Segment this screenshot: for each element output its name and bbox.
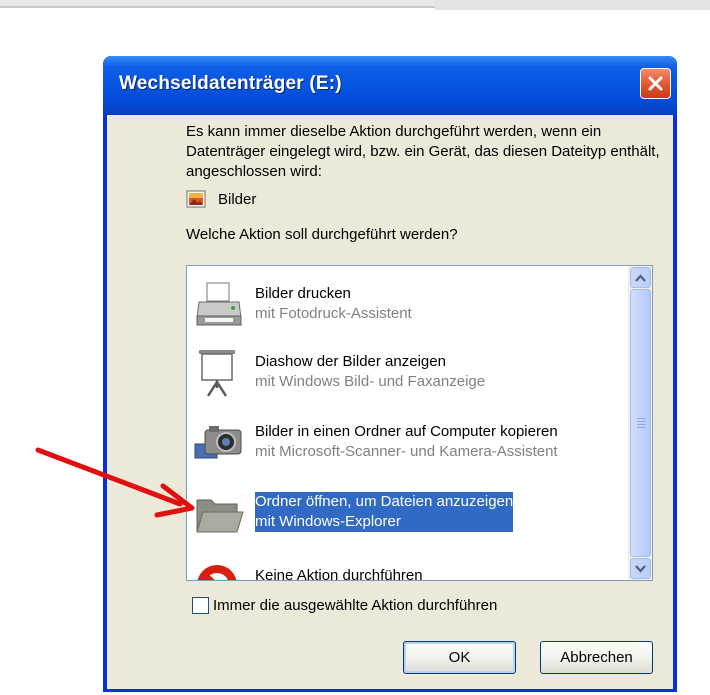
always-do-row[interactable]: Immer die ausgewählte Aktion durchführen xyxy=(192,597,497,614)
list-item-selected[interactable]: Ordner öffnen, um Dateien anzuzeigen mit… xyxy=(193,482,633,542)
description-text: Es kann immer dieselbe Aktion durchgefüh… xyxy=(186,123,660,180)
chevron-up-icon xyxy=(635,273,646,282)
scroll-down-button[interactable] xyxy=(630,558,651,579)
action-title: Ordner öffnen, um Dateien anzuzeigen xyxy=(255,493,514,510)
action-title: Keine Aktion durchführen xyxy=(255,567,423,581)
scroll-up-button[interactable] xyxy=(630,267,651,288)
grip-line xyxy=(637,418,646,419)
autoplay-dialog: Wechseldatenträger (E:) Es kann immer di… xyxy=(103,56,677,692)
action-subtitle: mit Microsoft-Scanner- und Kamera-Assist… xyxy=(255,443,558,460)
list-item[interactable]: Bilder drucken mit Fotodruck-Assistent xyxy=(193,274,633,334)
projector-screen-icon xyxy=(199,350,235,397)
content-type-label: Bilder xyxy=(218,190,257,208)
dialog-body: Es kann immer dieselbe Aktion durchgefüh… xyxy=(107,115,673,689)
action-subtitle: mit Windows-Explorer xyxy=(255,513,401,530)
title-bar[interactable]: Wechseldatenträger (E:) xyxy=(103,56,677,115)
camera-icon xyxy=(194,426,242,459)
scroll-thumb[interactable] xyxy=(630,289,651,557)
action-title: Bilder in einen Ordner auf Computer kopi… xyxy=(255,423,558,440)
no-action-icon xyxy=(197,565,237,580)
close-icon xyxy=(648,76,663,91)
list-scrollbar[interactable] xyxy=(628,266,652,580)
always-do-checkbox[interactable] xyxy=(192,597,209,614)
folder-icon xyxy=(196,499,244,533)
window-title: Wechseldatenträger (E:) xyxy=(119,73,342,94)
action-title: Bilder drucken xyxy=(255,285,351,302)
action-subtitle: mit Windows Bild- und Faxanzeige xyxy=(255,373,486,390)
close-button[interactable] xyxy=(640,68,671,99)
background-strip xyxy=(0,0,435,8)
list-item[interactable]: Diashow der Bilder anzeigen mit Windows … xyxy=(193,342,633,402)
grip-line xyxy=(637,427,646,428)
cancel-button[interactable]: Abbrechen xyxy=(540,641,653,674)
list-item[interactable]: Bilder in einen Ordner auf Computer kopi… xyxy=(193,412,633,472)
action-list[interactable]: Bilder drucken mit Fotodruck-Assistent D… xyxy=(186,265,653,581)
background-strip xyxy=(435,0,710,10)
action-subtitle: mit Fotodruck-Assistent xyxy=(255,305,412,322)
grip-line xyxy=(637,421,646,422)
always-do-label[interactable]: Immer die ausgewählte Aktion durchführen xyxy=(213,597,497,614)
question-label: Welche Aktion soll durchgeführt werden? xyxy=(186,226,458,243)
content-type-row: Bilder xyxy=(186,188,256,210)
action-title: Diashow der Bilder anzeigen xyxy=(255,353,446,370)
grip-line xyxy=(637,424,646,425)
ok-button[interactable]: OK xyxy=(403,641,516,674)
list-item[interactable]: Keine Aktion durchführen xyxy=(193,552,633,581)
picture-file-icon xyxy=(186,190,206,208)
printer-icon xyxy=(196,282,242,326)
chevron-down-icon xyxy=(635,564,646,573)
